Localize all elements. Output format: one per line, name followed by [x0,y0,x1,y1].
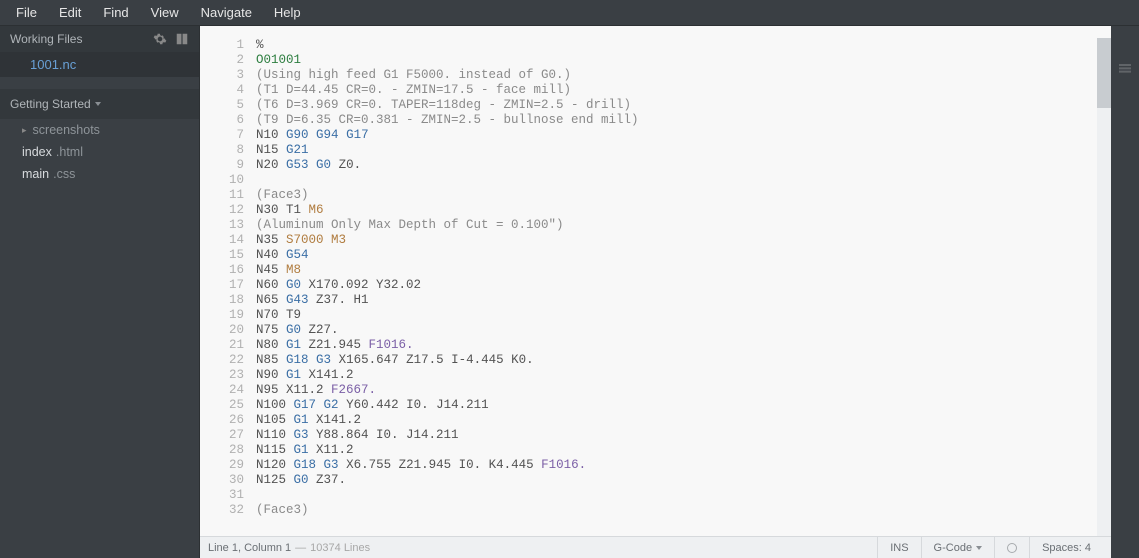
cursor-pos[interactable]: Line 1, Column 1 [208,542,291,554]
circle-icon [1007,543,1017,553]
menu-file[interactable]: File [6,1,47,24]
menu-view[interactable]: View [141,1,189,24]
insert-mode[interactable]: INS [877,537,920,558]
menu-edit[interactable]: Edit [49,1,91,24]
project-title: Getting Started [10,97,91,111]
main-area: Working Files 1001.nc Getting Started sc… [0,26,1139,558]
status-sep: — [295,542,306,554]
line-gutter: 1234567891011121314151617181920212223242… [200,38,256,536]
menu-help[interactable]: Help [264,1,311,24]
code-editor[interactable]: 1234567891011121314151617181920212223242… [200,26,1111,536]
sidebar: Working Files 1001.nc Getting Started sc… [0,26,200,558]
working-file[interactable]: 1001.nc [0,52,199,77]
editor-area: 1234567891011121314151617181920212223242… [200,26,1111,558]
vertical-scrollbar[interactable] [1097,38,1111,536]
chevron-down-icon [95,102,101,106]
split-icon[interactable] [175,32,189,46]
project-header[interactable]: Getting Started [0,89,199,119]
file-item[interactable]: index.html [0,141,199,163]
language-mode[interactable]: G-Code [921,537,995,558]
lint-status[interactable] [994,537,1029,558]
chevron-down-icon [976,546,982,550]
scroll-thumb[interactable] [1097,38,1111,108]
gear-icon[interactable] [153,32,167,46]
menu-navigate[interactable]: Navigate [191,1,262,24]
working-files-title: Working Files [10,32,153,46]
extensions-icon[interactable] [1117,60,1133,76]
indent-mode[interactable]: Spaces: 4 [1029,537,1103,558]
code-content[interactable]: %O01001(Using high feed G1 F5000. instea… [256,38,1097,536]
working-files-header: Working Files [0,26,199,52]
right-rail [1111,26,1139,558]
statusbar: Line 1, Column 1 — 10374 Lines INS G-Cod… [200,536,1111,558]
total-lines: 10374 Lines [310,542,370,554]
menu-find[interactable]: Find [93,1,138,24]
menubar: FileEditFindViewNavigateHelp [0,0,1139,26]
folder-item[interactable]: screenshots [0,119,199,141]
file-item[interactable]: main.css [0,163,199,185]
